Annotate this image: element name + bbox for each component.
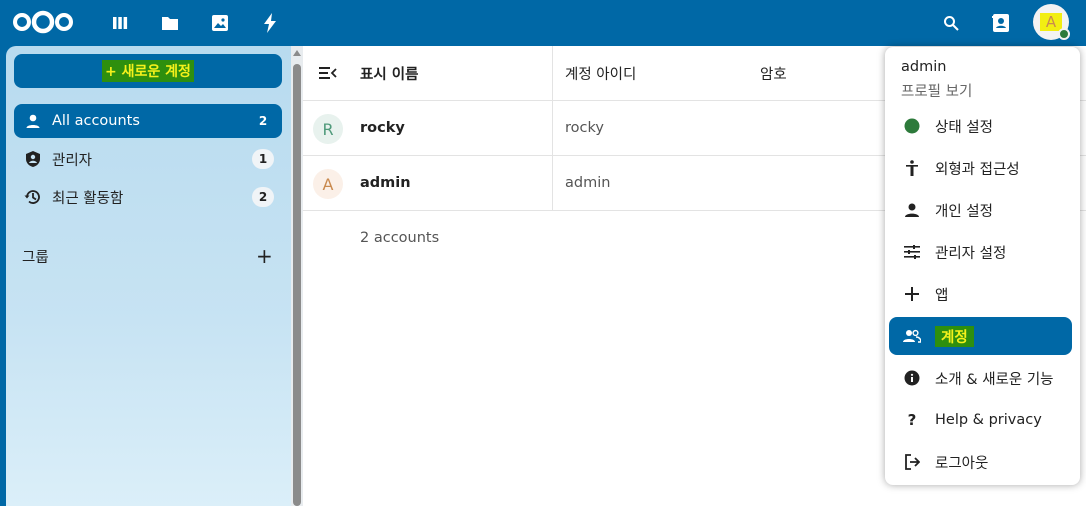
logout-icon	[901, 451, 923, 473]
history-icon	[22, 186, 44, 208]
menu-item-label: 로그아웃	[935, 455, 989, 472]
sidebar-item-recently-active[interactable]: 최근 활동함 2	[14, 180, 282, 214]
dashboard-icon[interactable]	[108, 11, 132, 35]
new-account-button[interactable]: + 새로운 계정	[14, 54, 282, 88]
display-name-cell: rocky	[360, 120, 405, 136]
new-account-label: + 새로운 계정	[102, 60, 194, 82]
groups-heading: 그룹	[22, 250, 49, 266]
menu-item-set-status[interactable]: 상태 설정	[889, 107, 1072, 145]
search-icon[interactable]	[939, 11, 963, 35]
column-header-display-name[interactable]: 표시 이름	[360, 46, 418, 100]
menu-item-about[interactable]: 소개 & 새로운 기능	[889, 359, 1072, 397]
plus-icon	[901, 283, 923, 305]
user-icon	[22, 110, 44, 132]
sidebar-item-all-accounts[interactable]: All accounts 2	[14, 104, 282, 138]
avatar-letter: A	[1039, 13, 1063, 31]
count-badge: 1	[252, 149, 274, 169]
user-menu: admin 프로필 보기 상태 설정 외형과 접근성 개인 설정 관리자 설정 …	[885, 47, 1080, 485]
menu-item-label: Help & privacy	[935, 412, 1042, 428]
avatar: A	[313, 169, 343, 199]
account-id-cell: rocky	[565, 120, 604, 136]
column-header-account-id[interactable]: 계정 아이디	[565, 46, 636, 100]
count-badge: 2	[252, 187, 274, 207]
menu-item-logout[interactable]: 로그아웃	[889, 443, 1072, 481]
toggle-sidebar-icon[interactable]	[319, 46, 337, 100]
info-icon	[901, 367, 923, 389]
menu-item-label: 앱	[935, 287, 949, 304]
contacts-icon[interactable]	[989, 11, 1013, 35]
menu-item-label: 개인 설정	[935, 203, 993, 220]
sidebar-item-admins[interactable]: 관리자 1	[14, 142, 282, 176]
accounts-count: 2 accounts	[360, 230, 440, 246]
menu-item-accounts[interactable]: 계정	[889, 317, 1072, 355]
question-icon: ?	[907, 411, 917, 429]
sidebar-item-label: 최근 활동함	[52, 190, 124, 207]
online-status-dot	[1058, 28, 1070, 40]
account-id-cell: admin	[565, 175, 611, 191]
sidebar: + 새로운 계정 All accounts 2 관리자 1 최근 활동함 2 그…	[6, 46, 291, 506]
menu-item-label: 외형과 접근성	[935, 161, 1020, 178]
menu-item-apps[interactable]: 앱	[889, 275, 1072, 313]
menu-item-personal-settings[interactable]: 개인 설정	[889, 191, 1072, 229]
column-divider	[552, 156, 553, 210]
shield-user-icon	[22, 148, 44, 170]
nextcloud-logo[interactable]	[12, 9, 74, 35]
sidebar-item-label: 관리자	[52, 152, 93, 169]
menu-item-label: 계정	[935, 325, 974, 347]
display-name-cell: admin	[360, 175, 411, 191]
menu-item-label: 상태 설정	[935, 119, 993, 136]
column-header-password: 암호	[760, 66, 787, 83]
person-icon	[901, 199, 923, 221]
count-badge: 2	[252, 111, 274, 131]
scroll-up-arrow[interactable]	[293, 50, 301, 56]
accounts-icon	[901, 325, 923, 347]
scrollbar-thumb[interactable]	[293, 64, 301, 506]
accessibility-icon	[901, 157, 923, 179]
status-dot-icon	[901, 115, 923, 137]
menu-item-admin-settings[interactable]: 관리자 설정	[889, 233, 1072, 271]
sliders-icon	[901, 241, 923, 263]
files-icon[interactable]	[158, 11, 182, 35]
menu-username[interactable]: admin	[901, 59, 946, 75]
menu-item-appearance[interactable]: 외형과 접근성	[889, 149, 1072, 187]
column-divider	[552, 46, 553, 100]
column-divider	[552, 101, 553, 155]
activity-icon[interactable]	[258, 11, 282, 35]
sidebar-item-label: All accounts	[52, 113, 140, 129]
menu-item-label: 관리자 설정	[935, 245, 1007, 262]
avatar: R	[313, 114, 343, 144]
menu-item-help[interactable]: ? Help & privacy	[889, 401, 1072, 439]
add-group-button[interactable]: +	[256, 244, 273, 268]
photos-icon[interactable]	[208, 11, 232, 35]
top-bar: A	[0, 0, 1086, 46]
menu-item-label: 소개 & 새로운 기능	[935, 371, 1054, 388]
view-profile-link[interactable]: 프로필 보기	[901, 80, 972, 101]
